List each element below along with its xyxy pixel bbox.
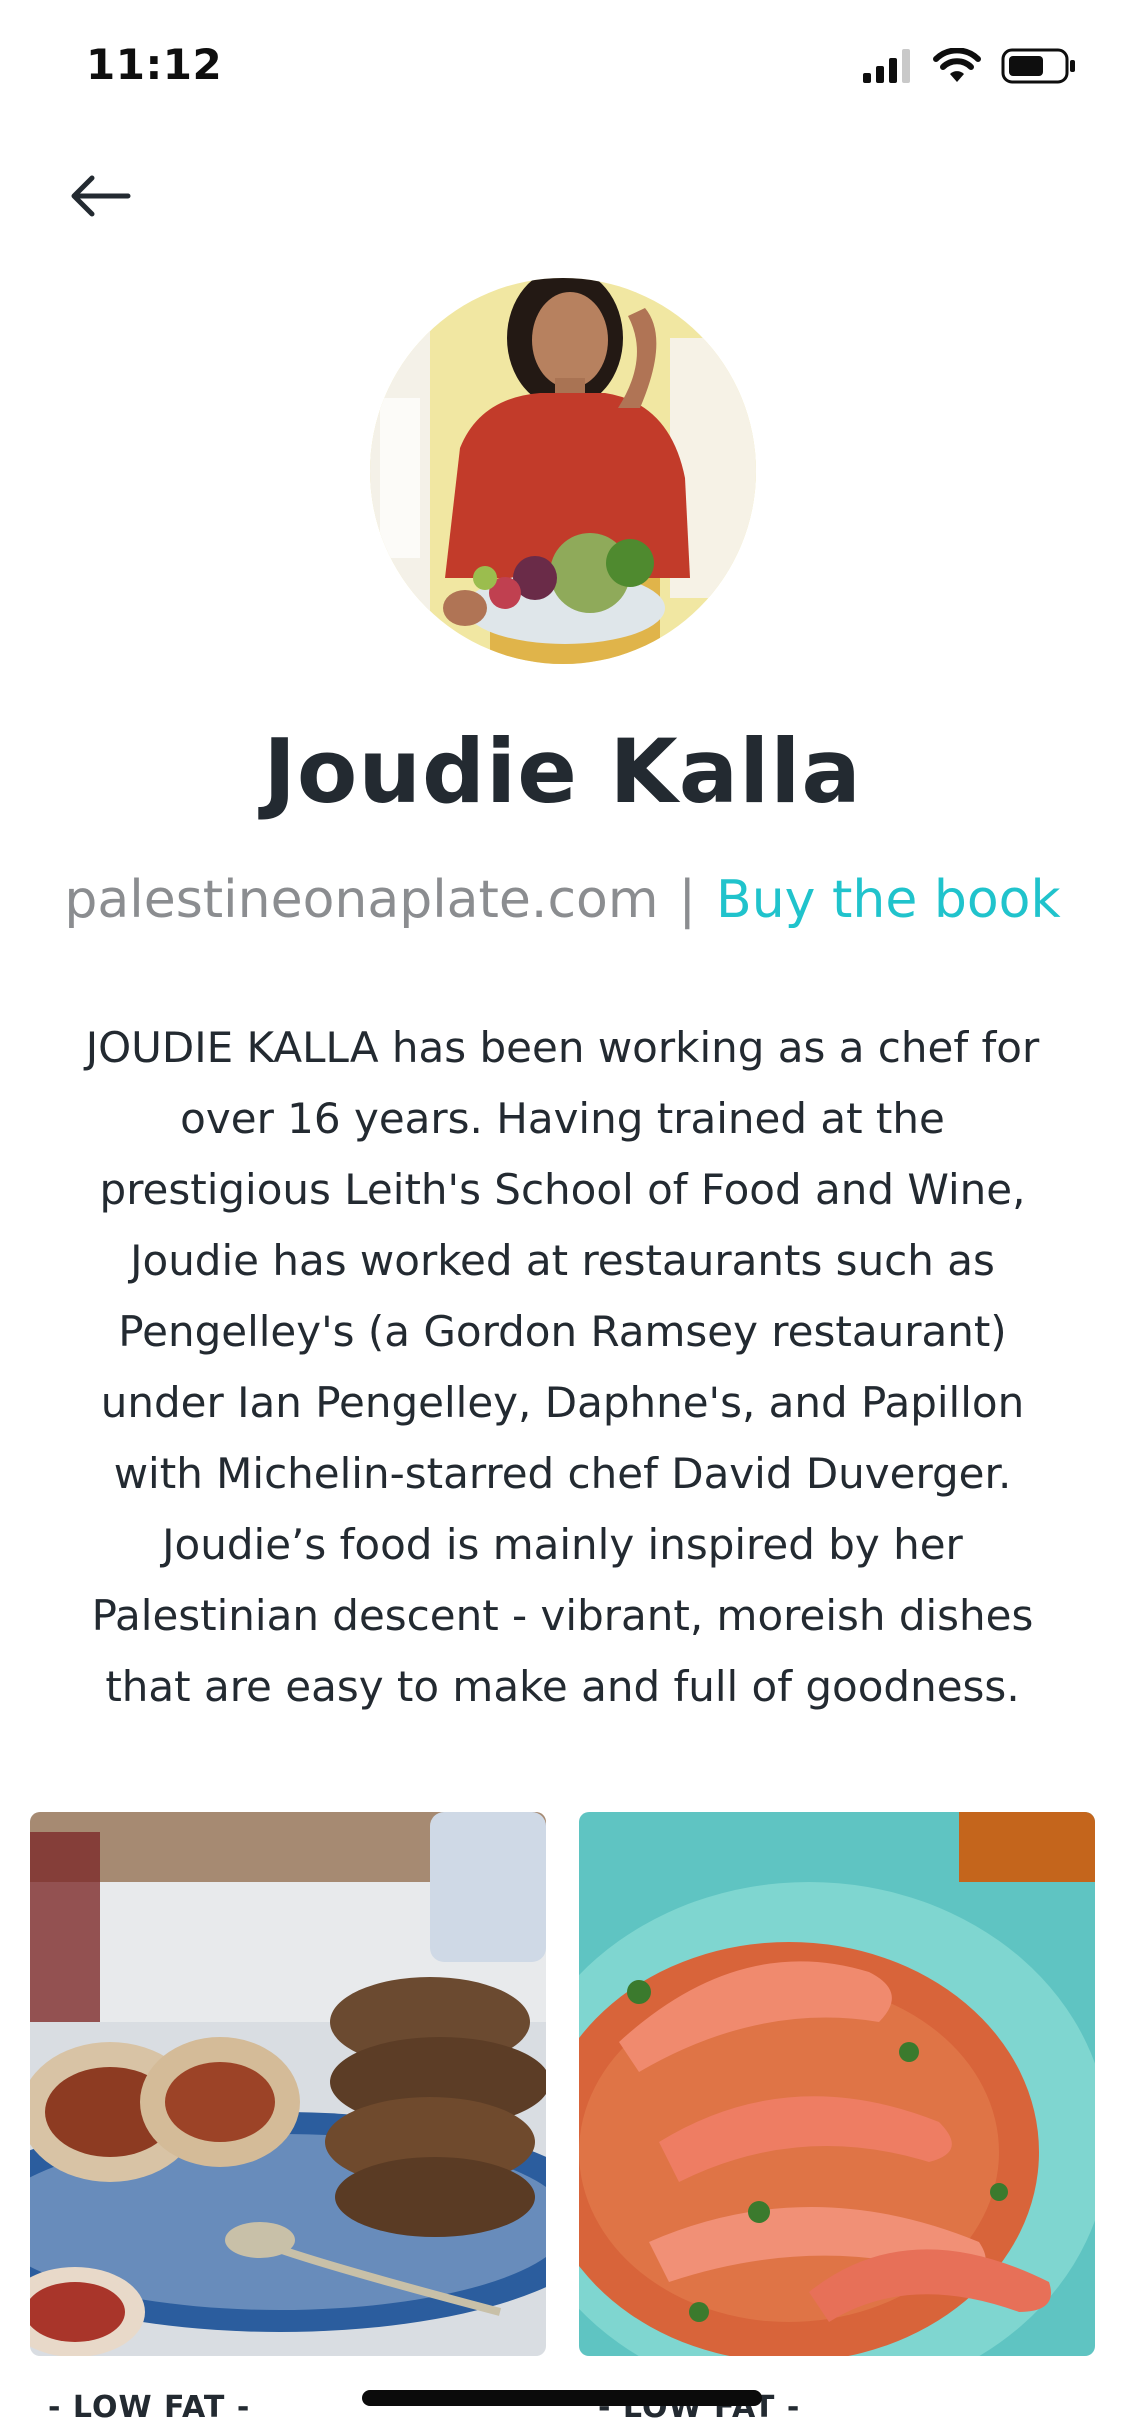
avatar: [370, 278, 756, 664]
home-indicator[interactable]: [362, 2390, 762, 2406]
recipe-image: [579, 1812, 1095, 2356]
status-icons: [863, 47, 1077, 88]
recipe-tag: - LOW FAT -: [48, 2390, 251, 2425]
profile-bio: JOUDIE KALLA has been working as a chef …: [85, 1023, 1040, 1711]
recipe-card[interactable]: [579, 1812, 1095, 2356]
recipe-image: [30, 1812, 546, 2356]
status-bar: 11:12: [0, 0, 1125, 132]
recipe-card[interactable]: [30, 1812, 546, 2356]
profile-links: palestineonaplate.com | Buy the book: [0, 870, 1125, 930]
buy-the-book-link[interactable]: Buy the book: [716, 870, 1061, 930]
battery-icon: [1001, 48, 1077, 88]
back-button[interactable]: [62, 168, 138, 228]
profile-name: Joudie Kalla: [263, 720, 862, 823]
cellular-signal-icon: [863, 49, 913, 87]
arrow-left-icon: [68, 174, 132, 222]
link-separator: |: [678, 870, 697, 930]
wifi-icon: [933, 47, 981, 88]
website-link[interactable]: palestineonaplate.com: [64, 870, 658, 930]
status-time: 11:12: [86, 40, 223, 89]
